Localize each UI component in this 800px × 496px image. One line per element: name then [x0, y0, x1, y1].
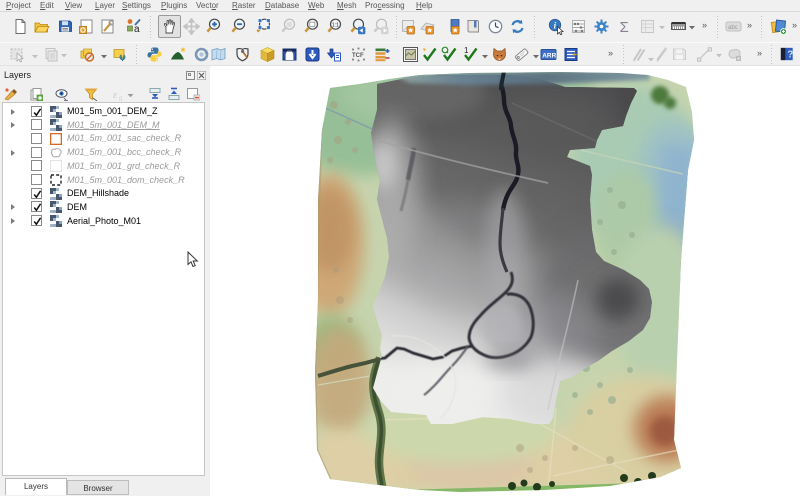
svg-text:Σ: Σ [620, 19, 629, 35]
svg-text:a: a [134, 24, 140, 35]
svg-text:ε: ε [113, 89, 118, 101]
svg-text:ARR: ARR [542, 52, 556, 59]
svg-text:(): () [119, 96, 123, 101]
svg-text:TCF: TCF [352, 53, 364, 59]
svg-text:1:1: 1:1 [332, 22, 339, 28]
svg-text:1: 1 [464, 46, 469, 55]
svg-text:abc: abc [728, 25, 738, 31]
svg-text:?: ? [787, 50, 793, 61]
